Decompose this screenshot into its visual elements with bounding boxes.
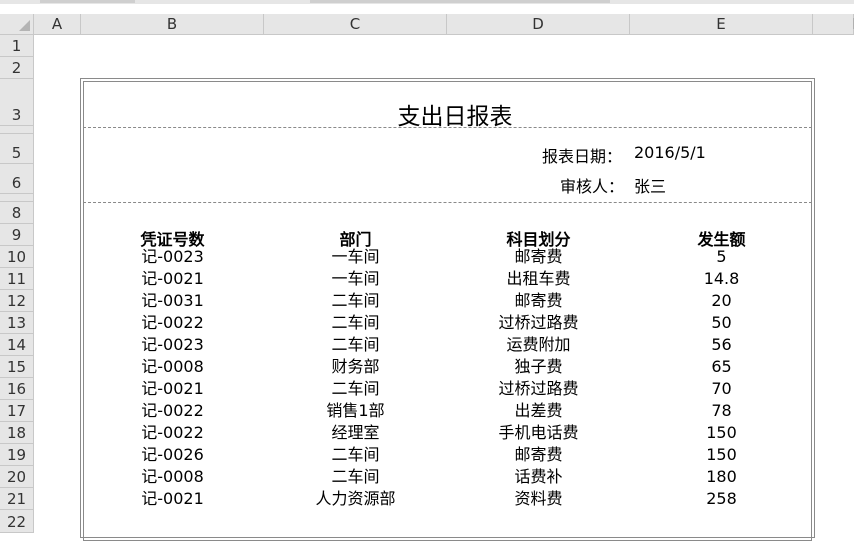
category-cell[interactable]: 出差费 xyxy=(447,400,630,422)
department-cell[interactable]: 经理室 xyxy=(264,422,447,444)
row-header-20[interactable]: 20 xyxy=(0,466,34,488)
column-header-c[interactable]: C xyxy=(264,14,447,35)
column-header-f[interactable]: F xyxy=(813,14,854,35)
row-header-3[interactable]: 3 xyxy=(0,79,34,126)
row-header-19[interactable]: 19 xyxy=(0,444,34,466)
row-header-12[interactable]: 12 xyxy=(0,290,34,312)
row-header-13[interactable]: 13 xyxy=(0,312,34,334)
column-header-d[interactable]: D xyxy=(447,14,630,35)
voucher-cell[interactable]: 记-0031 xyxy=(81,290,264,312)
voucher-cell[interactable]: 记-0008 xyxy=(81,466,264,488)
voucher-cell[interactable]: 记-0026 xyxy=(81,444,264,466)
voucher-cell[interactable]: 记-0008 xyxy=(81,356,264,378)
amount-cell[interactable]: 150 xyxy=(630,444,813,466)
ribbon-edge-segment xyxy=(40,0,135,3)
row-header-10[interactable]: 10 xyxy=(0,246,34,268)
voucher-cell[interactable]: 记-0022 xyxy=(81,422,264,444)
row-header-5[interactable]: 5 xyxy=(0,134,34,164)
voucher-cell[interactable]: 记-0023 xyxy=(81,246,264,268)
row-header-17[interactable]: 17 xyxy=(0,400,34,422)
info-divider xyxy=(83,202,812,203)
amount-cell[interactable]: 180 xyxy=(630,466,813,488)
row-header-18[interactable]: 18 xyxy=(0,422,34,444)
category-cell[interactable]: 过桥过路费 xyxy=(447,312,630,334)
row-header-16[interactable]: 16 xyxy=(0,378,34,400)
department-cell[interactable]: 二车间 xyxy=(264,466,447,488)
amount-cell[interactable]: 78 xyxy=(630,400,813,422)
voucher-cell[interactable]: 记-0021 xyxy=(81,488,264,510)
department-cell[interactable]: 一车间 xyxy=(264,268,447,290)
amount-cell[interactable]: 50 xyxy=(630,312,813,334)
department-cell[interactable]: 二车间 xyxy=(264,334,447,356)
category-cell[interactable]: 运费附加 xyxy=(447,334,630,356)
amount-cell[interactable]: 70 xyxy=(630,378,813,400)
row-header-4[interactable] xyxy=(0,126,34,134)
column-header-a[interactable]: A xyxy=(34,14,81,35)
row-header-7[interactable] xyxy=(0,194,34,202)
category-cell[interactable]: 出租车费 xyxy=(447,268,630,290)
reviewer-label[interactable]: 审核人： xyxy=(560,173,624,197)
category-cell[interactable]: 邮寄费 xyxy=(447,290,630,312)
amount-cell[interactable]: 56 xyxy=(630,334,813,356)
reviewer-value[interactable]: 张三 xyxy=(634,173,666,197)
row-header-9[interactable]: 9 xyxy=(0,224,34,246)
department-cell[interactable]: 二车间 xyxy=(264,290,447,312)
row-header-11[interactable]: 11 xyxy=(0,268,34,290)
department-cell[interactable]: 二车间 xyxy=(264,312,447,334)
row-header-6[interactable]: 6 xyxy=(0,164,34,194)
department-cell[interactable]: 人力资源部 xyxy=(264,488,447,510)
row-header-8[interactable]: 8 xyxy=(0,202,34,224)
department-cell[interactable]: 二车间 xyxy=(264,444,447,466)
amount-cell[interactable]: 258 xyxy=(630,488,813,510)
category-cell[interactable]: 资料费 xyxy=(447,488,630,510)
category-cell[interactable]: 过桥过路费 xyxy=(447,378,630,400)
select-all-corner[interactable] xyxy=(0,14,34,35)
department-cell[interactable]: 财务部 xyxy=(264,356,447,378)
category-cell[interactable]: 邮寄费 xyxy=(447,444,630,466)
voucher-cell[interactable]: 记-0022 xyxy=(81,400,264,422)
amount-cell[interactable]: 20 xyxy=(630,290,813,312)
column-header-b[interactable]: B xyxy=(81,14,264,35)
row-header-22[interactable]: 22 xyxy=(0,510,34,533)
amount-cell[interactable]: 14.8 xyxy=(630,268,813,290)
amount-cell[interactable]: 5 xyxy=(630,246,813,268)
voucher-cell[interactable]: 记-0021 xyxy=(81,378,264,400)
category-cell[interactable]: 手机电话费 xyxy=(447,422,630,444)
voucher-cell[interactable]: 记-0021 xyxy=(81,268,264,290)
column-header-e[interactable]: E xyxy=(630,14,813,35)
row-header-2[interactable]: 2 xyxy=(0,57,34,79)
row-header-15[interactable]: 15 xyxy=(0,356,34,378)
ribbon-edge-segment xyxy=(310,0,610,3)
department-cell[interactable]: 销售1部 xyxy=(264,400,447,422)
category-cell[interactable]: 邮寄费 xyxy=(447,246,630,268)
department-cell[interactable]: 一车间 xyxy=(264,246,447,268)
amount-cell[interactable]: 150 xyxy=(630,422,813,444)
category-cell[interactable]: 独子费 xyxy=(447,356,630,378)
voucher-cell[interactable]: 记-0023 xyxy=(81,334,264,356)
select-all-triangle-icon xyxy=(19,20,30,31)
row-header-1[interactable]: 1 xyxy=(0,35,34,57)
report-date-label[interactable]: 报表日期： xyxy=(542,143,622,167)
row-header-21[interactable]: 21 xyxy=(0,488,34,510)
row-header-14[interactable]: 14 xyxy=(0,334,34,356)
category-cell[interactable]: 话费补 xyxy=(447,466,630,488)
voucher-cell[interactable]: 记-0022 xyxy=(81,312,264,334)
amount-cell[interactable]: 65 xyxy=(630,356,813,378)
department-cell[interactable]: 二车间 xyxy=(264,378,447,400)
report-title[interactable]: 支出日报表 xyxy=(300,97,610,131)
report-date-value[interactable]: 2016/5/1 xyxy=(634,143,706,162)
ribbon-edge xyxy=(0,0,854,4)
